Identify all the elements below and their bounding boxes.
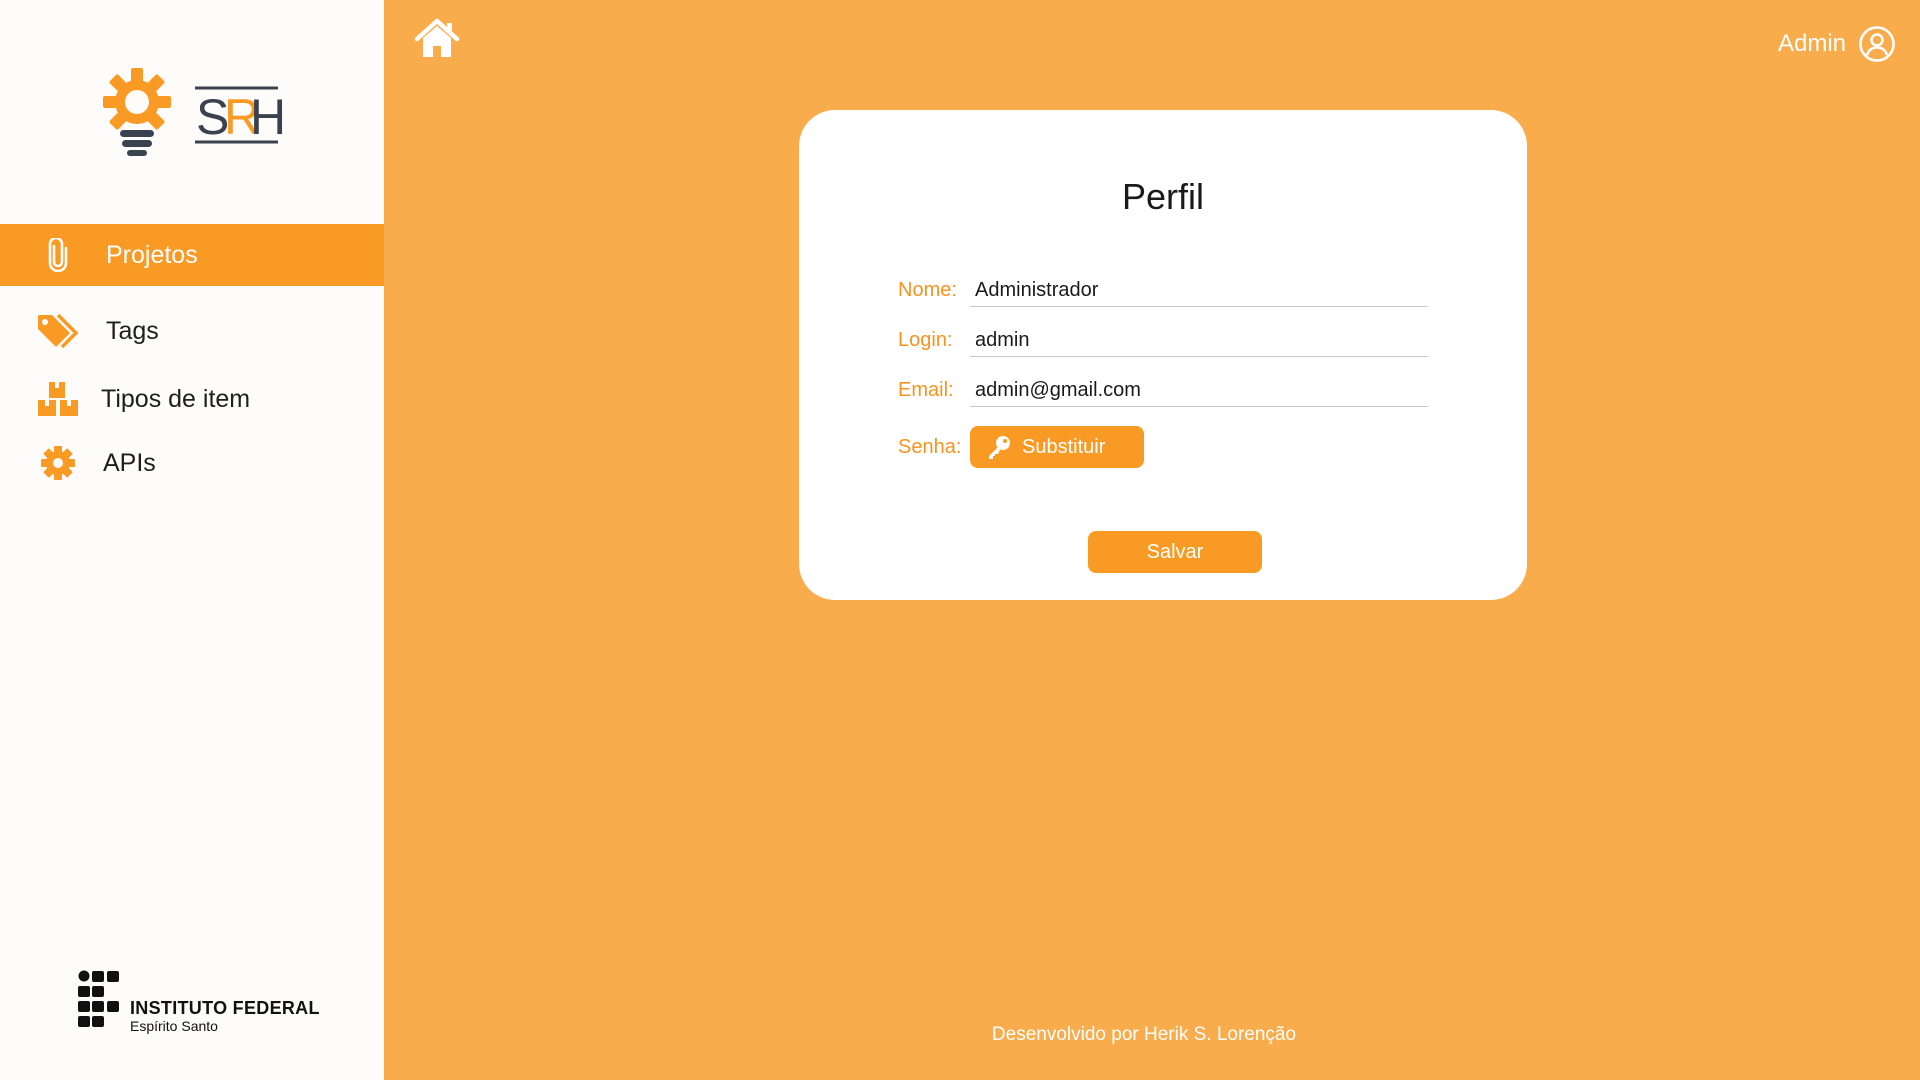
- password-label: Senha:: [898, 436, 962, 458]
- tags-icon: [36, 311, 80, 351]
- sidebar-item-projetos[interactable]: Projetos: [0, 224, 384, 286]
- name-field[interactable]: [970, 275, 1428, 307]
- key-icon: [989, 436, 1010, 459]
- home-button[interactable]: [414, 18, 460, 60]
- login-field[interactable]: [970, 325, 1428, 357]
- replace-password-button[interactable]: Substituir: [970, 426, 1144, 468]
- sidebar-item-label: Tags: [106, 316, 159, 345]
- institution-subtitle: Espírito Santo: [130, 1018, 218, 1034]
- sidebar-item-label: APIs: [103, 448, 156, 477]
- logo-letter-h: H: [250, 89, 286, 145]
- name-label: Nome:: [898, 279, 957, 301]
- home-icon: [414, 18, 460, 57]
- replace-password-label: Substituir: [1022, 435, 1106, 458]
- user-menu[interactable]: Admin: [1778, 24, 1896, 64]
- institution-title: INSTITUTO FEDERAL: [130, 998, 320, 1018]
- ifes-grid-icon: [78, 970, 119, 1027]
- lightbulb-gear-icon: S R H: [103, 68, 286, 156]
- paperclip-icon: [36, 235, 80, 275]
- footer-text: Desenvolvido por Herik S. Lorenção: [991, 1024, 1297, 1045]
- login-label: Login:: [898, 329, 953, 351]
- sidebar: S R H Projetos Tags Tipos de item APIs I…: [0, 0, 384, 1080]
- gear-icon: [36, 443, 80, 483]
- email-row: Email:: [898, 375, 1428, 407]
- email-field[interactable]: [970, 375, 1428, 407]
- login-row: Login:: [898, 325, 1428, 357]
- sidebar-item-tipos-de-item[interactable]: Tipos de item: [0, 368, 384, 430]
- app-logo[interactable]: S R H: [100, 66, 290, 166]
- sidebar-nav: Projetos Tags Tipos de item APIs: [0, 224, 384, 494]
- institution-logo: INSTITUTO FEDERAL Espírito Santo: [78, 970, 320, 1034]
- page-title: Perfil: [1121, 176, 1205, 217]
- footer-credit: Desenvolvido por Herik S. Lorenção: [384, 1024, 1920, 1046]
- email-label: Email:: [898, 379, 954, 401]
- save-button[interactable]: Salvar: [1088, 531, 1262, 573]
- sidebar-item-label: Projetos: [106, 240, 198, 269]
- user-circle-icon: [1859, 26, 1895, 62]
- sidebar-item-tags[interactable]: Tags: [0, 300, 384, 362]
- name-row: Nome:: [898, 275, 1428, 307]
- profile-card: Perfil Nome: Login: Email: Senha: Substi…: [799, 110, 1527, 600]
- sidebar-item-apis[interactable]: APIs: [0, 432, 384, 494]
- user-name: Admin: [1777, 30, 1846, 57]
- sidebar-item-label: Tipos de item: [101, 384, 251, 413]
- boxes-icon: [36, 379, 80, 419]
